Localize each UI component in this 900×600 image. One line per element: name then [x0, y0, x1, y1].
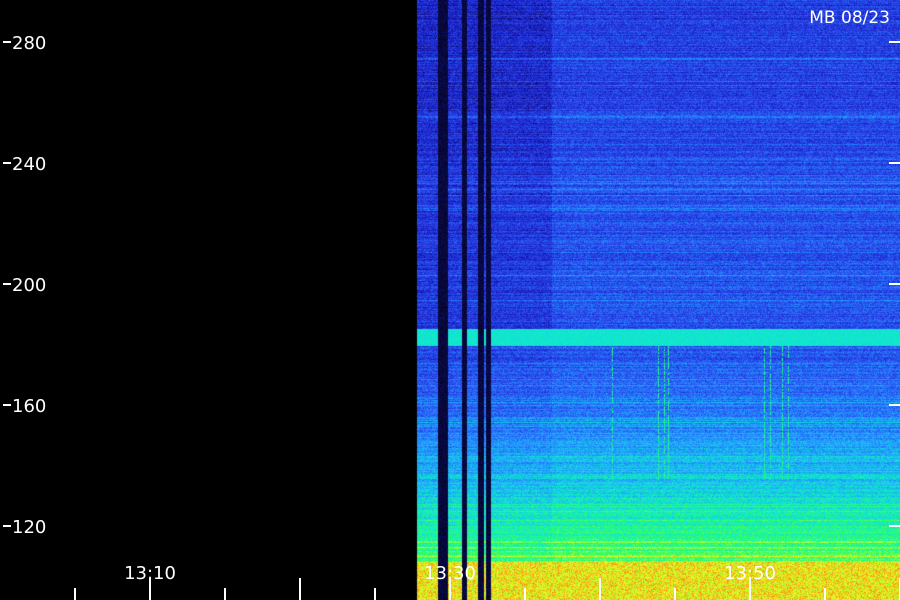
y-tick-label: 120	[12, 517, 46, 538]
y-tick-label: 200	[12, 275, 46, 296]
y-tick-label: 160	[12, 396, 46, 417]
x-tick-label: 13:10	[124, 563, 176, 584]
y-tick-label: 280	[12, 33, 46, 54]
chart-overlay: 280 240 200 160 120 13:10 13:30 13:50 MB 08/23	[3, 8, 900, 600]
x-tick-label: 13:50	[724, 563, 776, 584]
badge-label: MB 08/23	[809, 8, 890, 28]
x-axis: 13:10 13:30 13:50	[74, 563, 900, 600]
spectrogram-chart: 280 240 200 160 120 13:10 13:30 13:50 MB 08/23	[0, 0, 900, 600]
y-tick-label: 240	[12, 154, 46, 175]
x-tick-label: 13:30	[424, 563, 476, 584]
y-axis: 280 240 200 160 120	[3, 33, 900, 538]
